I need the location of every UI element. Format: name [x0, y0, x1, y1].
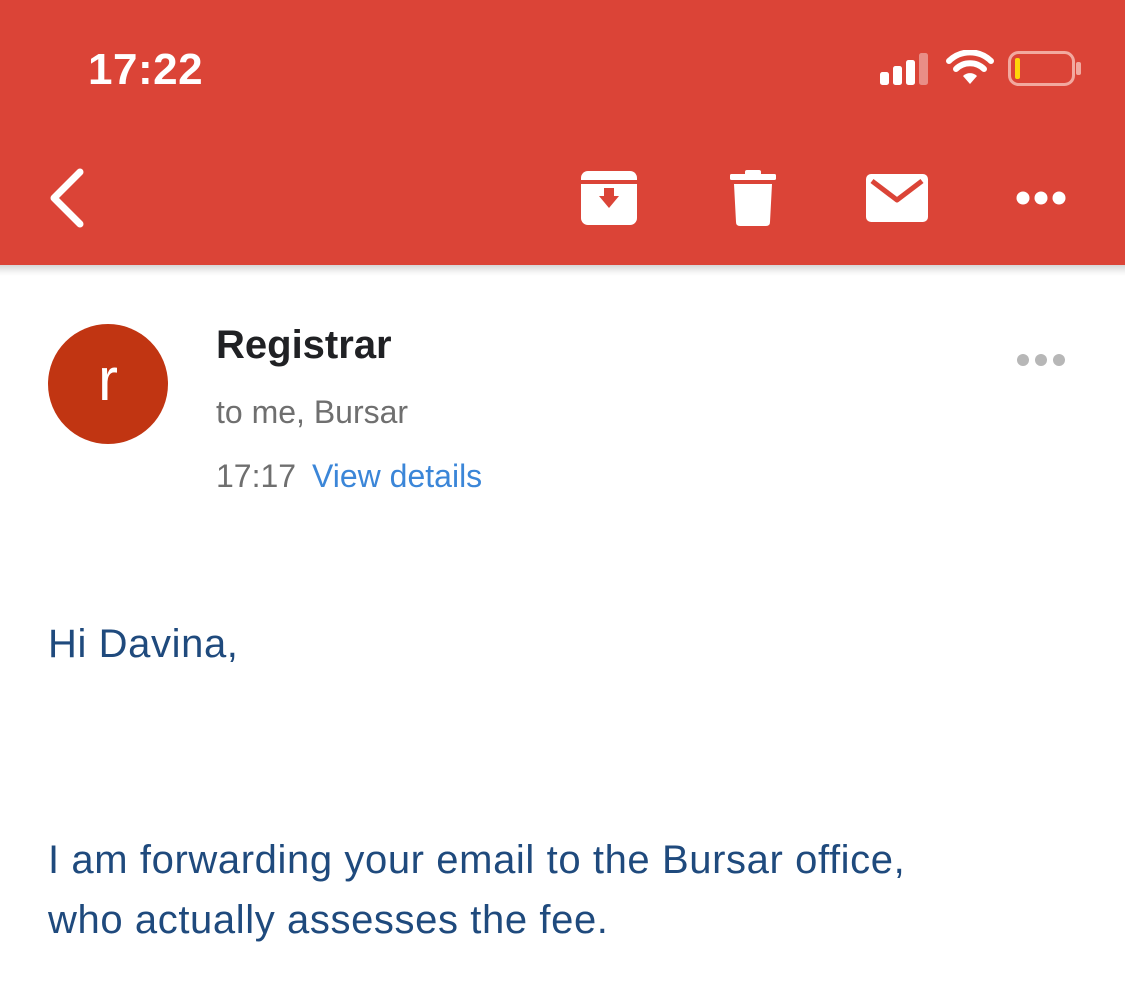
sender-avatar[interactable]: r	[48, 324, 168, 444]
more-icon	[1017, 354, 1065, 366]
sent-time: 17:17	[216, 458, 297, 494]
signal-icon	[880, 53, 928, 85]
body-line-2: who actually assesses the fee.	[48, 898, 609, 942]
back-icon	[50, 168, 84, 228]
view-details-link[interactable]: View details	[312, 456, 482, 496]
body-line-1: I am forwarding your email to the Bursar…	[48, 838, 906, 882]
sender-name: Registrar	[216, 323, 392, 367]
more-options-button[interactable]	[1006, 176, 1076, 220]
delete-icon	[730, 170, 776, 226]
delete-button[interactable]	[716, 162, 790, 234]
message-more-button[interactable]	[1006, 344, 1076, 376]
recipients-line: to me, Bursar	[216, 394, 409, 430]
app-bar: 17:22	[0, 0, 1125, 265]
archive-icon	[581, 171, 637, 225]
app-bar-divider	[0, 265, 1125, 276]
status-time: 17:22	[88, 45, 204, 94]
back-button[interactable]	[36, 160, 96, 236]
mark-unread-button[interactable]	[858, 162, 936, 234]
wifi-icon	[946, 50, 994, 84]
mark-unread-icon	[866, 174, 928, 222]
archive-button[interactable]	[572, 162, 646, 234]
body-greeting: Hi Davina,	[48, 622, 239, 666]
more-icon	[1016, 191, 1066, 205]
battery-low-icon	[1008, 51, 1081, 86]
